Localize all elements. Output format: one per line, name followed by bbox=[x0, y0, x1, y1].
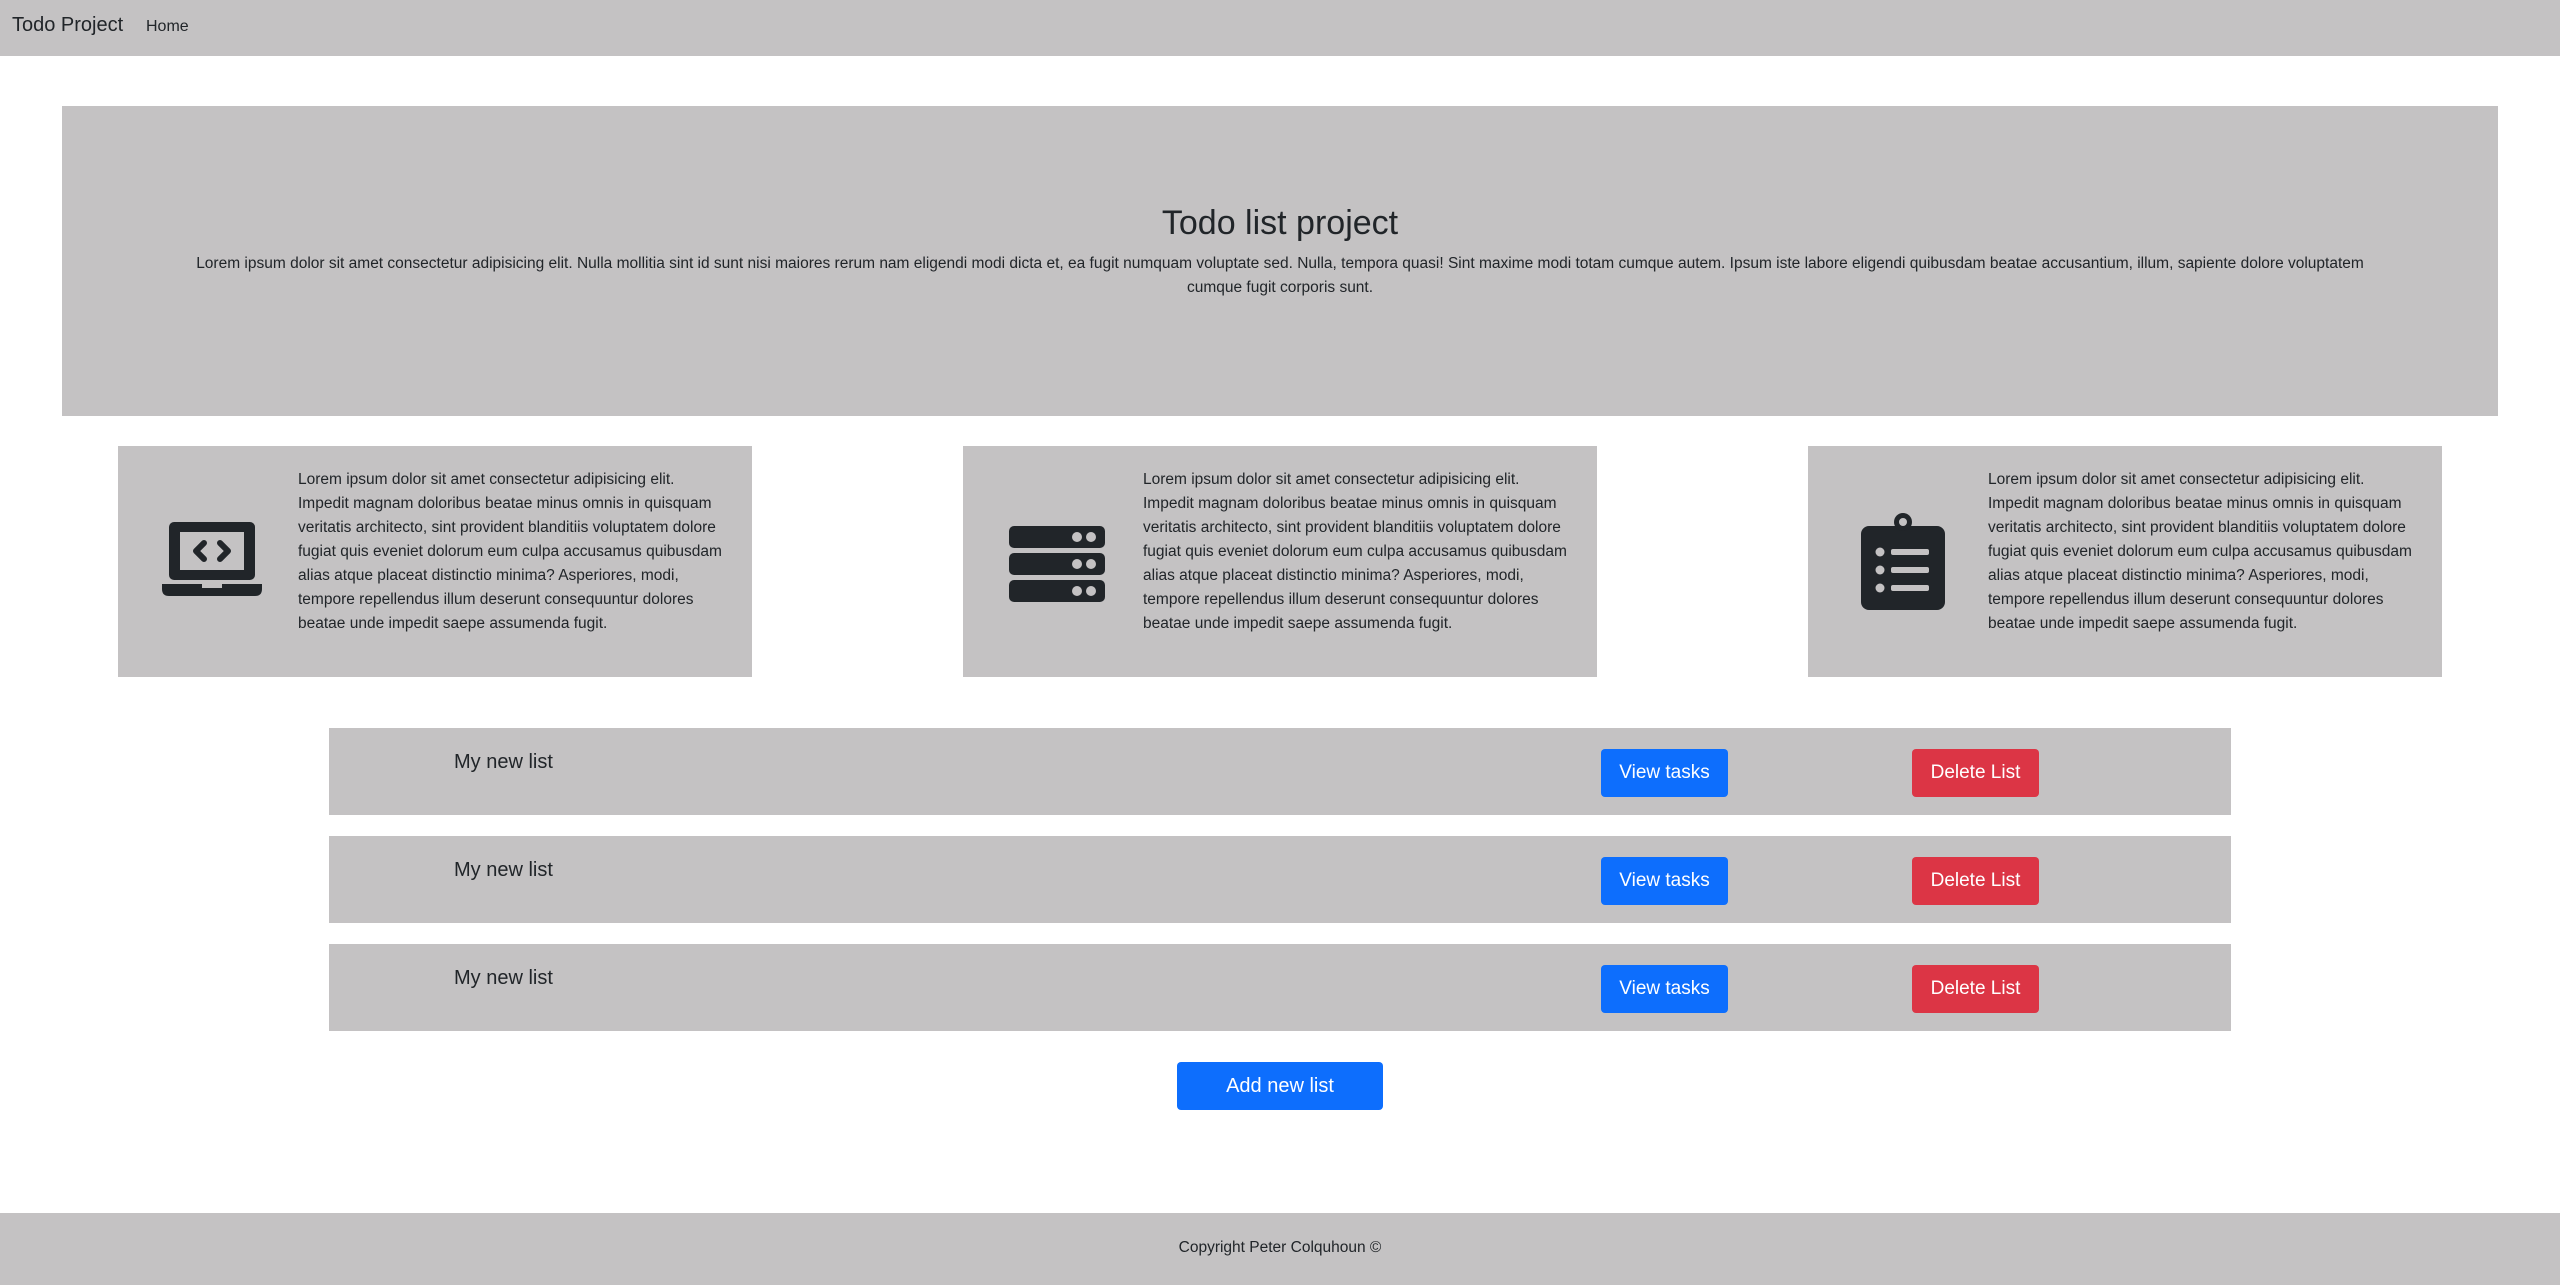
feature-text: Lorem ipsum dolor sit amet consectetur a… bbox=[1988, 471, 2412, 632]
delete-list-button[interactable]: Delete List bbox=[1912, 857, 2039, 905]
footer: Copyright Peter Colquhoun © bbox=[0, 1213, 2560, 1285]
todo-list-row: My new list View tasks Delete List bbox=[329, 944, 2231, 1031]
feature-text: Lorem ipsum dolor sit amet consectetur a… bbox=[298, 471, 722, 632]
list-title: My new list bbox=[454, 859, 553, 881]
list-title: My new list bbox=[454, 751, 553, 773]
copyright-text: Copyright Peter Colquhoun © bbox=[1178, 1239, 1382, 1256]
hero-banner: Todo list project Lorem ipsum dolor sit … bbox=[62, 106, 2498, 416]
laptop-code-icon bbox=[162, 510, 262, 610]
add-new-list-button[interactable]: Add new list bbox=[1177, 1062, 1383, 1110]
feature-text: Lorem ipsum dolor sit amet consectetur a… bbox=[1143, 471, 1567, 632]
delete-list-button[interactable]: Delete List bbox=[1912, 965, 2039, 1013]
hero-description: Lorem ipsum dolor sit amet consectetur a… bbox=[196, 255, 2364, 296]
todo-list-row: My new list View tasks Delete List bbox=[329, 728, 2231, 815]
server-icon bbox=[1007, 510, 1107, 610]
nav-link-home[interactable]: Home bbox=[146, 18, 189, 36]
navbar: Todo Project Home bbox=[0, 0, 2560, 56]
feature-card-clipboard: Lorem ipsum dolor sit amet consectetur a… bbox=[1808, 446, 2442, 677]
todo-list-row: My new list View tasks Delete List bbox=[329, 836, 2231, 923]
view-tasks-button[interactable]: View tasks bbox=[1601, 965, 1728, 1013]
view-tasks-button[interactable]: View tasks bbox=[1601, 857, 1728, 905]
view-tasks-button[interactable]: View tasks bbox=[1601, 749, 1728, 797]
hero-title: Todo list project bbox=[1161, 204, 1399, 242]
feature-card-server: Lorem ipsum dolor sit amet consectetur a… bbox=[963, 446, 1597, 677]
navbar-brand[interactable]: Todo Project bbox=[12, 14, 123, 37]
delete-list-button[interactable]: Delete List bbox=[1912, 749, 2039, 797]
clipboard-list-icon bbox=[1852, 510, 1952, 610]
list-title: My new list bbox=[454, 967, 553, 989]
feature-card-laptop: Lorem ipsum dolor sit amet consectetur a… bbox=[118, 446, 752, 677]
